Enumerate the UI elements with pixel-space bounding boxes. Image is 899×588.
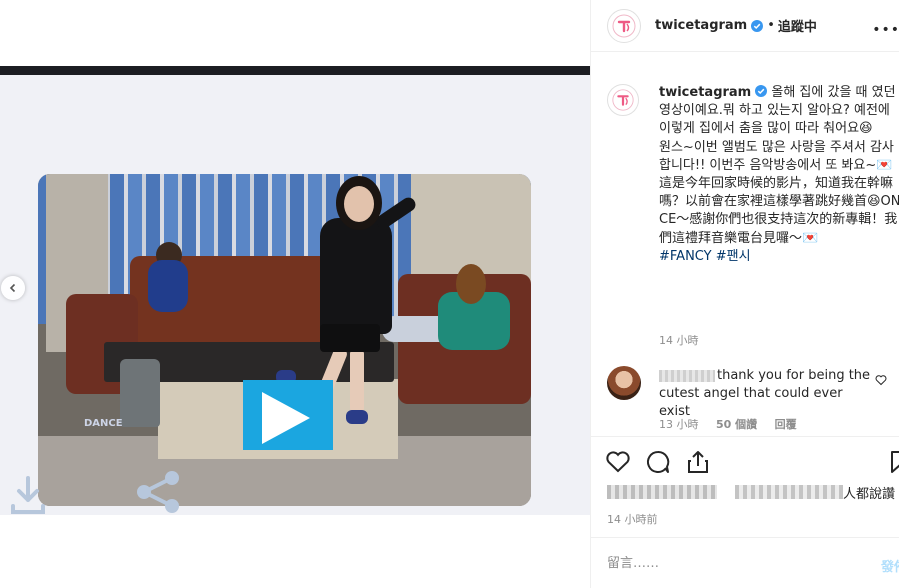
chevron-left-icon <box>9 283 16 293</box>
trash-bin <box>120 359 160 427</box>
caption-avatar[interactable] <box>607 84 639 116</box>
post-media[interactable]: DANCE <box>0 0 590 588</box>
carousel-prev-button[interactable] <box>1 276 25 300</box>
commenter-avatar[interactable] <box>607 366 641 400</box>
profile-avatar[interactable] <box>607 8 641 43</box>
comment-meta: 13 小時 50 個讚 回覆 <box>659 416 811 432</box>
post-header: twicetagram • 追蹤中 ••• <box>591 0 899 52</box>
post-comment-button[interactable]: 發佈 <box>881 556 899 575</box>
share-icon[interactable] <box>685 449 711 475</box>
comment-timestamp: 13 小時 <box>659 418 699 431</box>
comment-like-heart-icon[interactable] <box>875 374 887 386</box>
comment-likes[interactable]: 50 個讚 <box>716 418 757 431</box>
more-options-icon[interactable]: ••• <box>872 22 899 38</box>
video-watermark: DANCE <box>84 418 123 429</box>
verified-badge-icon <box>751 19 764 32</box>
video-top-bar <box>0 66 590 75</box>
comment-text: thank you for being the cutest angel tha… <box>659 368 871 419</box>
dancer-shoe <box>346 410 368 424</box>
caption-hashtags[interactable]: #FANCY #팬시 <box>659 249 751 264</box>
reclining-person-head <box>456 264 486 304</box>
post-timestamp: 14 小時前 <box>607 513 658 526</box>
add-comment-section: 發佈 <box>591 537 899 588</box>
post-details-panel: twicetagram • 追蹤中 ••• twicetagram 올해 집에 … <box>590 0 899 588</box>
dancer-shorts <box>320 324 380 352</box>
twice-logo-icon <box>612 14 636 37</box>
dancer-face <box>344 186 374 222</box>
header-username[interactable]: twicetagram <box>655 18 747 33</box>
comment-bubble-icon[interactable] <box>645 449 671 475</box>
comment-input[interactable] <box>607 556 847 571</box>
play-icon[interactable] <box>262 392 310 444</box>
seated-person-body <box>148 260 188 312</box>
like-heart-icon[interactable] <box>605 449 631 475</box>
download-icon[interactable] <box>8 474 48 515</box>
header-separator: • <box>767 18 775 33</box>
share-network-icon[interactable] <box>130 466 186 515</box>
following-button[interactable]: 追蹤中 <box>778 16 817 35</box>
dancer-leg <box>350 348 364 414</box>
video-frame-image: DANCE <box>38 174 531 506</box>
caption-text: twicetagram 올해 집에 갔을 때 였던 영상이예요.뭐 하고 있는지… <box>659 84 899 266</box>
liked-by-users-blurred[interactable] <box>607 485 717 499</box>
likes-summary: 人都說讚 <box>607 483 899 502</box>
liked-by-count-blurred[interactable] <box>735 485 843 499</box>
verified-badge-icon <box>755 85 768 97</box>
caption-body: 올해 집에 갔을 때 였던 영상이예요.뭐 하고 있는지 알아요? 예전에 이렇… <box>659 85 899 246</box>
caption-timestamp: 14 小時 <box>659 334 699 347</box>
bookmark-icon[interactable] <box>887 449 899 475</box>
twice-logo-icon <box>612 89 634 111</box>
caption-username[interactable]: twicetagram <box>659 85 751 100</box>
likes-summary-tail: 人都說讚 <box>843 487 896 502</box>
post-actions: 人都說讚 14 小時前 發佈 <box>591 436 899 588</box>
comment-reply-button[interactable]: 回覆 <box>775 418 797 431</box>
dancer-body <box>320 218 392 334</box>
